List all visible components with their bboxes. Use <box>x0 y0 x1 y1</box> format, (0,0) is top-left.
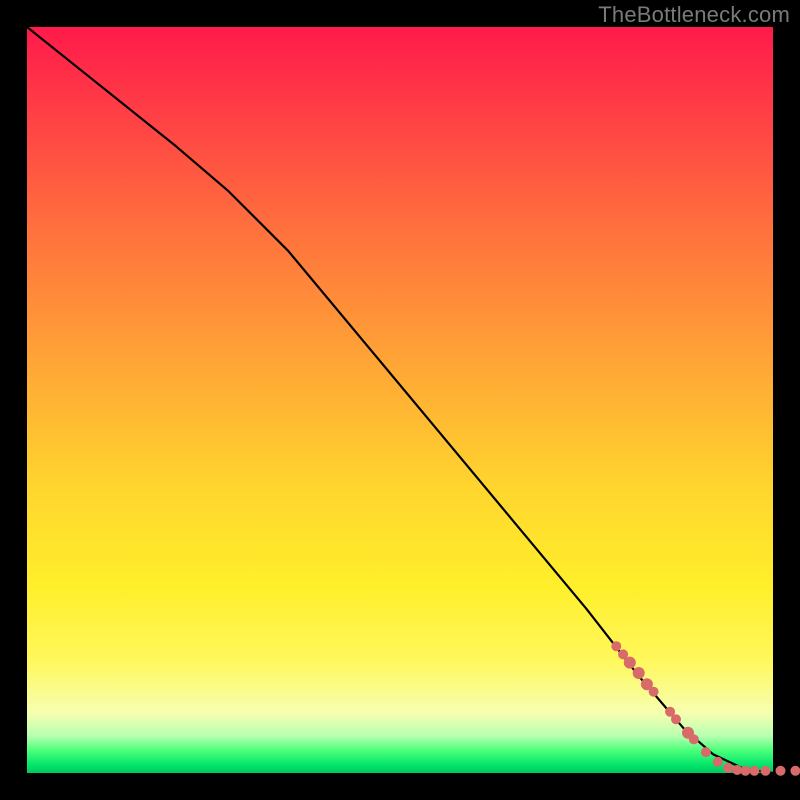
data-point <box>611 641 621 651</box>
attribution-label: TheBottleneck.com <box>598 2 790 28</box>
scatter-points <box>611 641 800 776</box>
data-point <box>749 766 759 776</box>
data-point <box>776 766 786 776</box>
data-point <box>740 766 750 776</box>
data-point <box>761 766 771 776</box>
data-point <box>713 757 723 767</box>
chart-overlay <box>27 27 773 773</box>
plot-area <box>27 27 773 773</box>
data-point <box>723 763 733 773</box>
data-point <box>671 714 681 724</box>
data-point <box>790 766 800 776</box>
data-point <box>624 657 636 669</box>
chart-frame: TheBottleneck.com <box>0 0 800 800</box>
curve-line <box>27 27 773 773</box>
data-point <box>689 734 699 744</box>
data-point <box>649 687 659 697</box>
data-point <box>633 667 645 679</box>
data-point <box>701 747 711 757</box>
